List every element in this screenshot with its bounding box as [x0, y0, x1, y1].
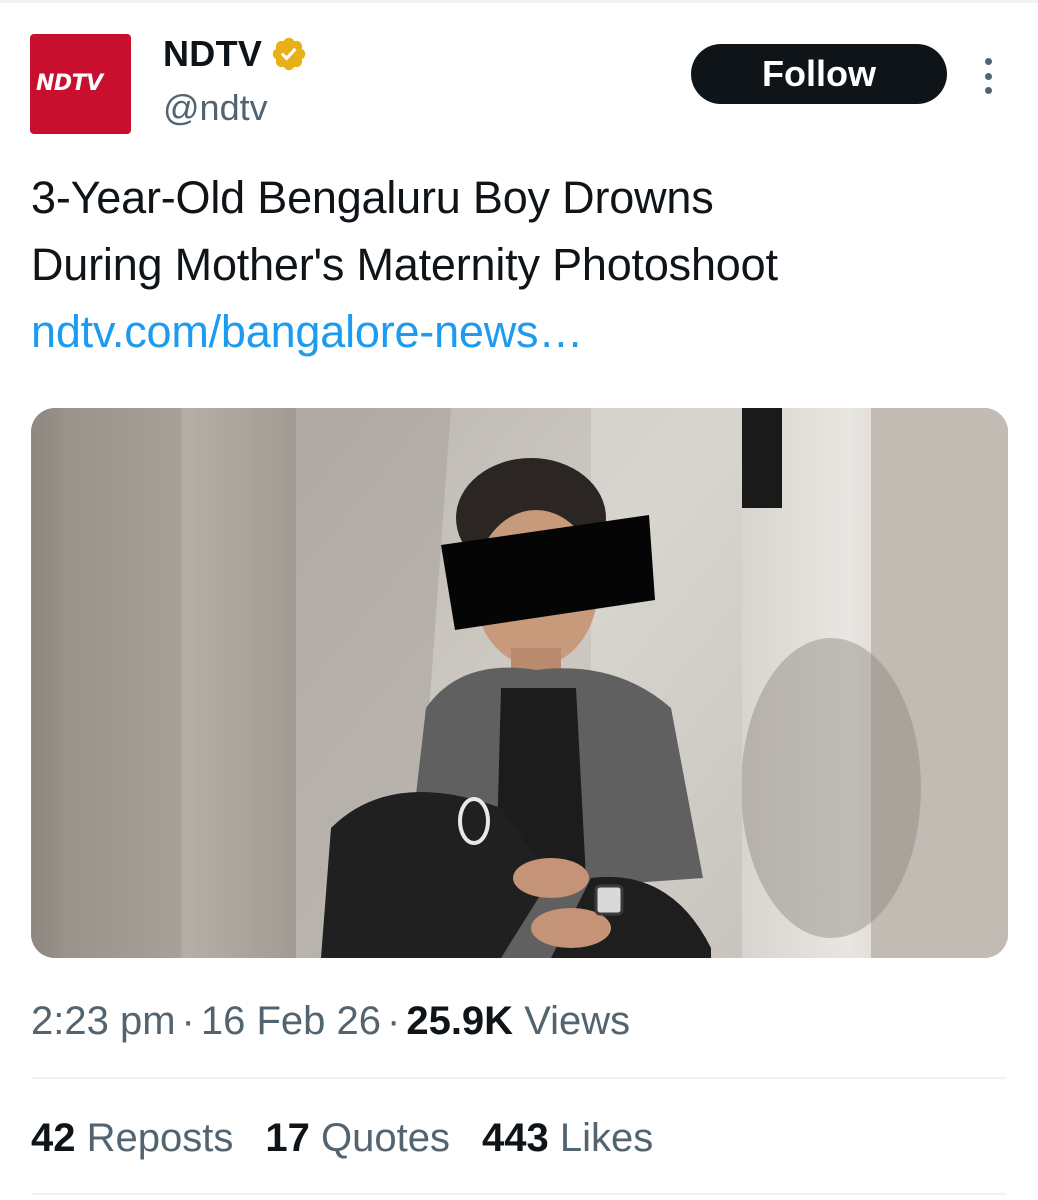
tweet-photo[interactable]	[31, 408, 1008, 958]
tweet-headline-line-1: 3-Year-Old Bengaluru Boy Drowns	[31, 172, 714, 223]
article-link[interactable]: ndtv.com/bangalore-news…	[31, 298, 1006, 365]
quotes-count: 17	[265, 1116, 310, 1160]
likes-label: Likes	[559, 1116, 654, 1160]
quotes-label: Quotes	[321, 1116, 450, 1160]
likes-count: 443	[481, 1116, 549, 1160]
meta-separator: ·	[181, 999, 195, 1043]
views-count: 25.9K	[406, 999, 514, 1043]
tweet-date[interactable]: 16 Feb 26	[201, 999, 381, 1043]
divider	[31, 1077, 1006, 1079]
display-name-row: NDTV	[163, 32, 308, 76]
tweet-header: NDTV NDTV @ndtv Follow	[30, 32, 1010, 136]
tweet-meta: 2:23 pm · 16 Feb 26 · 25.9K Views	[31, 996, 630, 1046]
more-dot	[984, 87, 992, 94]
tweet-text: 3-Year-Old Bengaluru Boy Drowns During M…	[31, 164, 1006, 365]
more-dot	[984, 58, 992, 65]
reposts-stat[interactable]: 42 Reposts	[31, 1113, 233, 1163]
verified-badge-icon[interactable]	[270, 35, 308, 73]
meta-separator: ·	[387, 999, 401, 1043]
reposts-count: 42	[31, 1116, 76, 1160]
bottom-divider	[31, 1193, 1006, 1195]
views-label: Views	[524, 999, 631, 1043]
author-info[interactable]: NDTV @ndtv	[163, 32, 308, 130]
tweet-time[interactable]: 2:23 pm	[31, 999, 176, 1043]
likes-stat[interactable]: 443 Likes	[482, 1113, 653, 1163]
display-name[interactable]: NDTV	[163, 32, 262, 76]
quotes-stat[interactable]: 17 Quotes	[265, 1113, 450, 1163]
author-handle[interactable]: @ndtv	[163, 86, 308, 130]
more-vertical-icon[interactable]	[980, 58, 996, 94]
tweet-headline-line-2: During Mother's Maternity Photoshoot	[31, 239, 778, 290]
top-divider	[0, 0, 1038, 3]
avatar[interactable]: NDTV	[30, 34, 131, 134]
follow-button[interactable]: Follow	[691, 44, 947, 104]
reposts-label: Reposts	[86, 1116, 234, 1160]
photo-image	[31, 408, 1008, 958]
avatar-logo-text: NDTV	[36, 71, 103, 96]
engagement-stats: 42 Reposts 17 Quotes 443 Likes	[31, 1113, 685, 1163]
more-dot	[984, 72, 992, 80]
